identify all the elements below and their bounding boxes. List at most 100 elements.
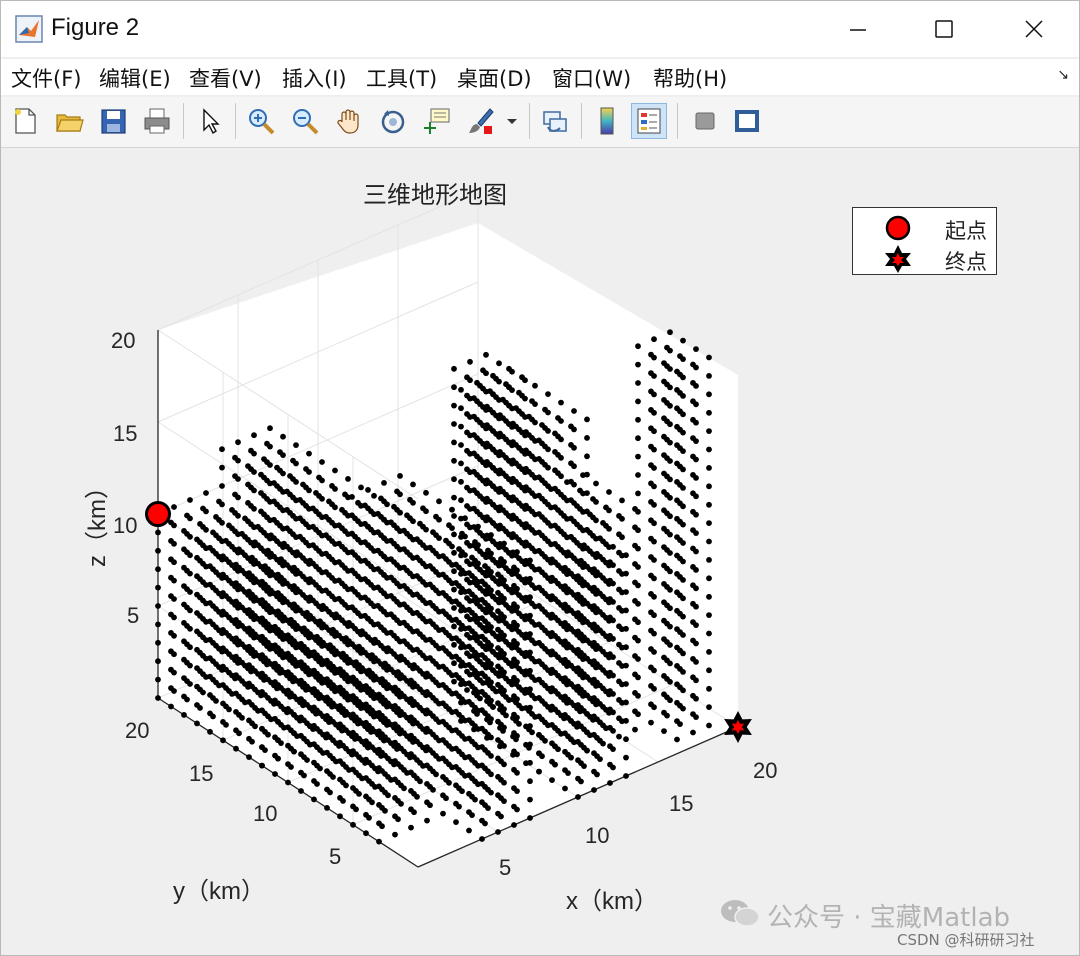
terrain-point [440,590,446,596]
pan-button[interactable] [331,103,367,139]
terrain-point [451,641,457,648]
terrain-point [340,650,346,657]
terrain-point [549,593,555,599]
terrain-point [311,704,317,711]
menu-insert[interactable]: 插入(I) [282,63,347,93]
terrain-point [297,515,303,522]
terrain-point [216,498,222,505]
terrain-point [259,597,265,603]
terrain-point [458,442,464,448]
maximize-button[interactable] [899,1,989,57]
terrain-point [375,602,381,609]
terrain-point [427,636,433,643]
select-button[interactable] [191,103,227,139]
menu-window[interactable]: 窗口(W) [552,63,631,93]
new-figure-button[interactable] [7,103,43,139]
terrain-point [336,559,342,565]
terrain-point [616,568,622,574]
terrain-point [427,655,433,661]
terrain-point [495,829,501,835]
menu-tools[interactable]: 工具(T) [366,63,437,93]
dock-arrow-icon[interactable]: ↘ [1057,67,1069,83]
terrain-point [623,754,629,761]
rotate-3d-button[interactable] [375,103,411,139]
terrain-point [362,539,368,546]
legend-box[interactable]: 起点 终点 [852,207,997,275]
terrain-point [333,611,339,618]
terrain-point [329,483,335,489]
terrain-point [648,480,654,487]
terrain-point [350,803,356,810]
terrain-point [674,515,680,522]
terrain-point [661,562,667,569]
brush-dropdown-button[interactable] [501,103,523,139]
terrain-point [307,576,313,582]
terrain-point [451,513,457,519]
close-button[interactable] [989,1,1079,57]
minimize-button[interactable] [813,1,903,57]
save-icon [101,109,126,134]
terrain-point [575,573,581,580]
terrain-point [414,591,420,598]
terrain-point [168,574,174,581]
terrain-point [375,621,381,628]
terrain-point [408,677,414,684]
open-file-button[interactable] [51,103,87,139]
menu-help[interactable]: 帮助(H) [653,63,727,93]
terrain-point [323,587,329,594]
x-axis-label: x（km） [566,888,658,915]
terrain-point [591,621,597,628]
terrain-point [510,512,516,519]
menu-view[interactable]: 查看(V) [189,63,262,93]
legend-button[interactable] [631,103,667,139]
terrain-point [323,532,329,539]
terrain-point [451,549,457,556]
terrain-point [674,718,680,724]
show-plot-tools-button[interactable] [729,103,765,139]
terrain-point [184,512,190,519]
zoom-out-button[interactable] [287,103,323,139]
link-plot-button[interactable] [537,103,573,139]
terrain-point [350,785,356,791]
terrain-point [464,392,470,399]
terrain-point [363,756,369,763]
terrain-point [376,746,382,753]
menu-edit[interactable]: 编辑(E) [99,63,171,93]
data-cursor-button[interactable] [419,103,455,139]
terrain-point [511,693,517,700]
terrain-point [346,619,352,626]
terrain-point [246,735,252,742]
terrain-point [536,768,542,775]
menu-file[interactable]: 文件(F) [11,63,81,93]
terrain-point [648,535,654,542]
terrain-point [575,646,581,653]
zoom-in-button[interactable] [243,103,279,139]
brush-button[interactable] [463,103,499,139]
terrain-point [392,813,398,820]
terrain-point [471,505,477,512]
terrain-point [661,709,667,716]
terrain-point [674,699,680,706]
print-button[interactable] [139,103,175,139]
terrain-point [575,738,581,745]
terrain-point [623,662,629,669]
menu-desktop[interactable]: 桌面(D) [457,63,532,93]
terrain-point [207,655,213,662]
terrain-point [207,636,213,643]
terrain-point [667,329,673,336]
terrain-point [168,593,174,599]
terrain-point [298,751,304,758]
terrain-point [408,751,414,757]
terrain-point [527,778,533,785]
save-button[interactable] [95,103,131,139]
terrain-point [495,608,501,615]
terrain-point [453,727,459,733]
terrain-point [320,602,326,609]
terrain-point [648,462,654,468]
hide-plot-tools-button[interactable] [687,103,723,139]
title-bar[interactable]: Figure 2 [1,1,1079,57]
colorbar-button[interactable] [589,103,625,139]
terrain-point [362,502,368,509]
terrain-point [285,687,291,694]
terrain-point [690,527,696,533]
